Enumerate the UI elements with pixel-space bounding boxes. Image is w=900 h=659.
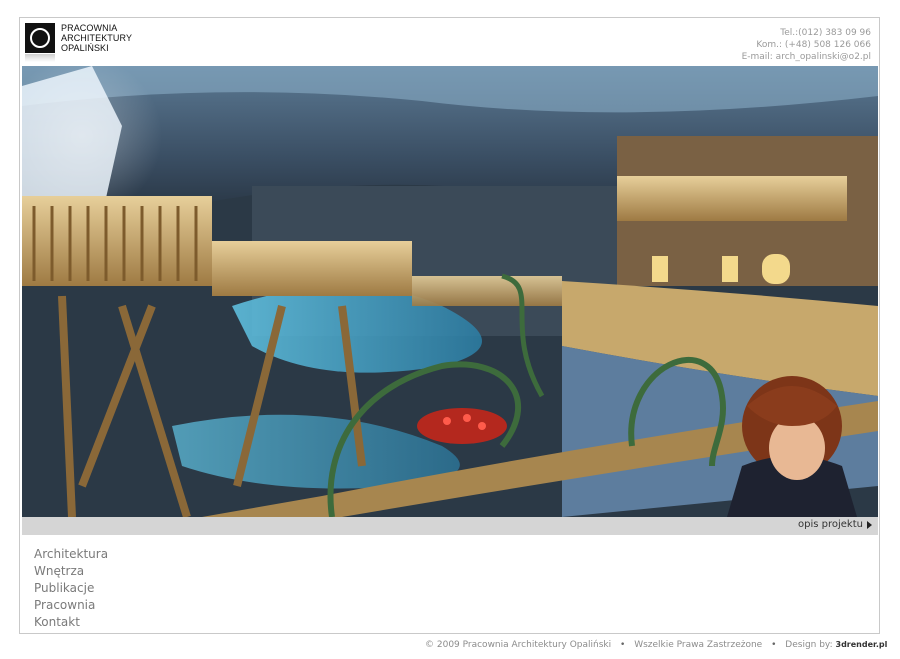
- logo-line-2: ARCHITEKTURY: [61, 33, 133, 43]
- logo-line-1: PRACOWNIA: [61, 23, 118, 33]
- mobile-text: Kom.: (+48) 508 126 066: [756, 40, 871, 50]
- designer-link[interactable]: 3drender.pl: [836, 640, 888, 649]
- copyright-text: © 2009 Pracownia Architektury Opaliński: [425, 640, 612, 650]
- contact-info: Tel.:(012) 383 09 96 Kom.: (+48) 508 126…: [742, 27, 871, 63]
- logo-reflection: [25, 54, 55, 62]
- project-description-label: opis projektu: [798, 519, 863, 530]
- phone-text: Tel.:(012) 383 09 96: [780, 28, 871, 38]
- page-frame: PRACOWNIA ARCHITEKTURY OPALIŃSKI Tel.:(0…: [19, 17, 880, 634]
- email-text: E-mail: arch_opalinski@o2.pl: [741, 52, 871, 62]
- nav-item-pracownia[interactable]: Pracownia: [34, 597, 108, 614]
- nav-item-architektura[interactable]: Architektura: [34, 546, 108, 563]
- hero-illustration: [22, 66, 878, 517]
- nav-item-wnetrza[interactable]: Wnętrza: [34, 563, 108, 580]
- logo-mark-icon: [25, 23, 55, 53]
- hero-caption-bar: opis projektu: [22, 517, 878, 535]
- footer: © 2009 Pracownia Architektury Opaliński …: [425, 640, 887, 650]
- hero-image: [22, 66, 878, 517]
- logo[interactable]: PRACOWNIA ARCHITEKTURY OPALIŃSKI: [25, 23, 132, 62]
- nav-item-publikacje[interactable]: Publikacje: [34, 580, 108, 597]
- arrow-right-icon: [867, 520, 872, 529]
- separator-dot: •: [771, 640, 777, 650]
- logo-line-3: OPALIŃSKI: [61, 43, 109, 53]
- main-nav: Architektura Wnętrza Publikacje Pracowni…: [34, 546, 108, 631]
- design-by-text: Design by:: [785, 640, 833, 650]
- project-description-link[interactable]: opis projektu: [798, 519, 872, 530]
- rights-text: Wszelkie Prawa Zastrzeżone: [634, 640, 763, 650]
- nav-item-kontakt[interactable]: Kontakt: [34, 614, 108, 631]
- logo-text: PRACOWNIA ARCHITEKTURY OPALIŃSKI: [61, 23, 132, 53]
- separator-dot: •: [620, 640, 626, 650]
